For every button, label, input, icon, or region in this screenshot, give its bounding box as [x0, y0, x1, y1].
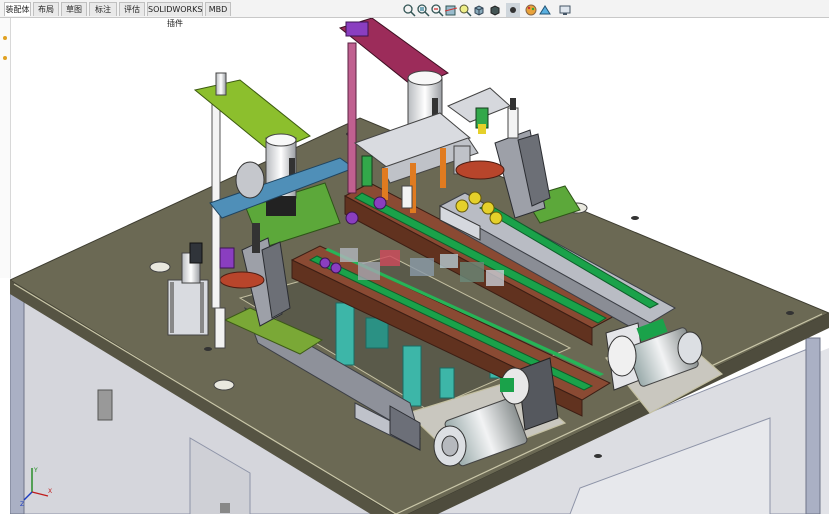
edit-appearance-icon[interactable] [524, 3, 538, 17]
tab-layout[interactable]: 布局 [33, 2, 59, 16]
tab-mbd[interactable]: MBD [205, 2, 231, 16]
door-handle [97, 389, 113, 421]
tab-markup[interactable]: 标注 [89, 2, 117, 16]
pin-icon[interactable] [0, 18, 10, 78]
tab-solidworks-addins[interactable]: SOLIDWORKS 插件 [147, 2, 203, 28]
tab-assembly[interactable]: 装配体 [4, 2, 31, 16]
hide-show-items-icon[interactable] [506, 3, 520, 17]
previous-view-icon[interactable] [430, 3, 444, 17]
triad-z-label: Z [20, 501, 24, 508]
zoom-to-fit-icon[interactable] [402, 3, 416, 17]
graphics-area[interactable]: Y X Z [10, 18, 829, 514]
spool-left [235, 161, 265, 199]
tab-evaluate[interactable]: 评估 [119, 2, 145, 16]
view-settings-icon[interactable] [558, 3, 572, 17]
display-style-icon[interactable] [488, 3, 502, 17]
zoom-area-icon[interactable] [416, 3, 430, 17]
triad-y-label: Y [33, 467, 38, 474]
dynamic-annotation-icon[interactable] [458, 3, 472, 17]
triad-x-label: X [48, 488, 52, 495]
section-view-icon[interactable] [444, 3, 458, 17]
tab-sketch[interactable]: 草图 [61, 2, 87, 16]
view-orientation-icon[interactable] [472, 3, 486, 17]
apply-scene-icon[interactable] [538, 3, 552, 17]
